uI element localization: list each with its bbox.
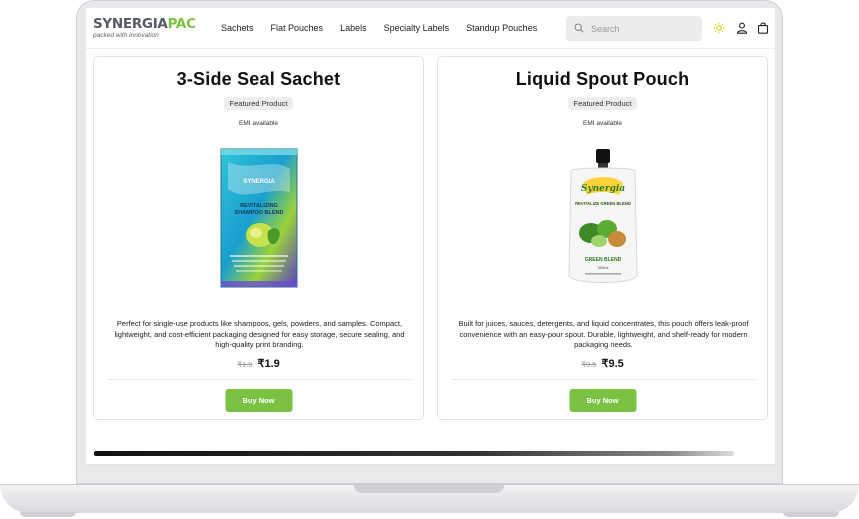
laptop-foot-left xyxy=(20,512,76,517)
buy-now-button[interactable]: Buy Now xyxy=(569,389,636,412)
featured-badge: Featured Product xyxy=(567,97,638,110)
user-icon[interactable] xyxy=(735,21,749,35)
nav-item-standup-pouches[interactable]: Standup Pouches xyxy=(466,23,537,33)
laptop-hinge-notch xyxy=(354,485,504,493)
product-description: Built for juices, sauces, detergents, an… xyxy=(458,319,749,349)
screen-bottom-edge xyxy=(86,464,775,466)
pouch-line-1: REVITALIZE GREEN BLEND xyxy=(575,201,631,206)
product-title: 3-Side Seal Sachet xyxy=(176,69,341,89)
sun-icon[interactable] xyxy=(712,21,726,35)
emi-label: EMI available xyxy=(582,120,623,127)
card-divider xyxy=(108,379,411,380)
search-input[interactable] xyxy=(589,22,693,35)
logo[interactable]: SYNERGIAPAC packed with innovation xyxy=(93,17,196,39)
price-old: ₹9.5 xyxy=(581,360,597,369)
nav-item-sachets[interactable]: Sachets xyxy=(221,23,254,33)
product-image-spout-pouch[interactable]: Synergia REVITALIZE GREEN BLEND GREEN BL… xyxy=(563,147,643,294)
bag-icon[interactable] xyxy=(756,21,770,35)
price-new: ₹1.9 xyxy=(257,358,280,370)
product-description: Perfect for single-use products like sha… xyxy=(114,319,405,349)
product-card: Liquid Spout Pouch Featured Product EMI … xyxy=(437,56,768,420)
laptop-mockup: SYNERGIAPAC packed with innovation Sache… xyxy=(0,0,859,519)
nav-item-specialty-labels[interactable]: Specialty Labels xyxy=(384,23,450,33)
laptop-base xyxy=(0,484,859,513)
nav-item-flat-pouches[interactable]: Flat Pouches xyxy=(271,23,324,33)
price-old: ₹1.9 xyxy=(237,360,253,369)
logo-tagline: packed with innovation xyxy=(93,32,159,39)
pouch-line-3: 300ml xyxy=(597,265,608,270)
pouch-brand-text: Synergia xyxy=(580,184,624,194)
sachet-brand-text: SYNERGIA xyxy=(243,179,275,185)
search-icon xyxy=(574,20,584,38)
featured-badge: Featured Product xyxy=(223,97,294,110)
main-nav: Sachets Flat Pouches Labels Specialty La… xyxy=(221,23,537,33)
laptop-foot-right xyxy=(783,512,839,517)
product-title: Liquid Spout Pouch xyxy=(515,69,690,89)
logo-wordmark: SYNERGIAPAC xyxy=(93,17,196,31)
card-divider xyxy=(452,379,755,380)
logo-accent: PAC xyxy=(167,16,196,32)
emi-label: EMI available xyxy=(238,120,279,127)
site-header: SYNERGIAPAC packed with innovation Sache… xyxy=(86,8,775,49)
nav-item-labels[interactable]: Labels xyxy=(340,23,367,33)
product-image-sachet[interactable]: SYNERGIA REVITALIZING SHAMPOO BLEND xyxy=(218,147,300,294)
website-screen: SYNERGIAPAC packed with innovation Sache… xyxy=(86,8,775,466)
product-price: ₹1.9 ₹1.9 xyxy=(94,357,423,370)
buy-now-button[interactable]: Buy Now xyxy=(225,389,292,412)
pouch-line-2: GREEN BLEND xyxy=(584,257,621,263)
sachet-line-2: SHAMPOO BLEND xyxy=(234,210,283,216)
product-price: ₹9.5 ₹9.5 xyxy=(438,357,767,370)
search-box[interactable] xyxy=(566,16,702,41)
product-card: 3-Side Seal Sachet Featured Product EMI … xyxy=(93,56,424,420)
sachet-line-1: REVITALIZING xyxy=(240,203,278,209)
logo-main: SYNERGIA xyxy=(93,16,168,32)
price-new: ₹9.5 xyxy=(601,358,624,370)
next-section-banner-edge xyxy=(94,451,734,456)
